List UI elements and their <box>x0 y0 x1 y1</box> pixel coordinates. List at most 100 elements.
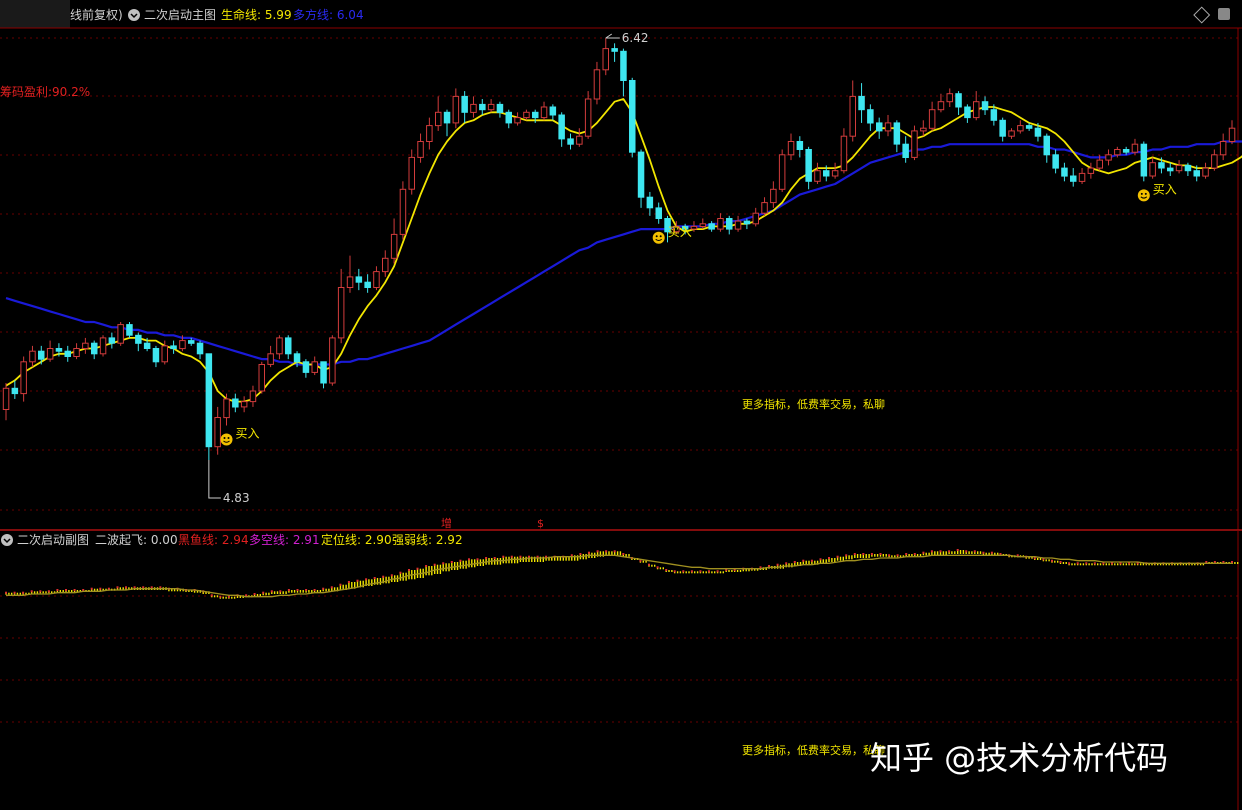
candle-body <box>126 324 133 336</box>
candle <box>329 335 336 386</box>
candle-body <box>1008 130 1015 137</box>
hist-cap <box>579 553 582 555</box>
candle-body <box>876 122 883 132</box>
hist-cap <box>656 566 659 569</box>
candle-body <box>1052 154 1059 169</box>
candle-body <box>64 350 71 358</box>
candle-body <box>487 103 495 111</box>
candle-body <box>91 342 98 355</box>
hist-cap <box>493 557 496 559</box>
candle-body <box>928 109 936 129</box>
candle-body <box>364 281 371 289</box>
candle-body <box>752 212 759 225</box>
main-indicator-name: 二次启动主图 <box>144 8 216 22</box>
hist-cap <box>502 555 505 558</box>
hist-cap <box>22 591 25 594</box>
hist-cap <box>416 567 419 570</box>
hist-cap <box>339 583 342 586</box>
hist-cap <box>365 578 368 581</box>
candle-body <box>135 334 142 344</box>
candle-body <box>1202 167 1209 177</box>
candle-body <box>1087 167 1095 174</box>
candle-body <box>743 220 751 225</box>
hist-cap <box>476 558 479 561</box>
candle-body <box>1034 127 1042 137</box>
candle-body <box>46 348 54 360</box>
candle-body <box>1131 143 1139 153</box>
candle-body <box>293 353 301 363</box>
hist-cap <box>605 550 608 553</box>
candle <box>126 321 133 338</box>
candle <box>117 321 124 346</box>
candle-body <box>514 117 521 124</box>
hist-cap <box>673 570 676 573</box>
candle-body <box>479 103 486 111</box>
candle-body <box>814 170 821 182</box>
hist-cap <box>793 561 796 563</box>
hist-cap <box>828 557 830 559</box>
hist-cap <box>442 562 445 565</box>
candle-body <box>690 225 698 230</box>
candle-body <box>373 271 380 289</box>
candle-body <box>637 151 645 198</box>
marker-zeng: 增 <box>441 516 452 530</box>
hist-cap <box>1059 561 1062 563</box>
hist-cap <box>922 551 925 554</box>
line2-label: 多空线: 2.91 <box>249 533 320 547</box>
candle-body <box>540 106 548 119</box>
candle-body <box>602 48 609 71</box>
candle-body <box>840 135 848 172</box>
candle-body <box>461 95 468 113</box>
hist-cap <box>1068 562 1071 565</box>
candle-body <box>858 95 865 111</box>
candle-body <box>761 202 768 214</box>
candle-body <box>55 348 63 352</box>
candle-body <box>558 114 565 140</box>
candle-body <box>867 109 874 124</box>
candle-body <box>964 106 971 119</box>
hist-cap <box>913 553 916 555</box>
hist-cap <box>948 550 951 553</box>
hist-cap <box>90 587 93 590</box>
candle-body <box>990 109 998 121</box>
hist-cap <box>622 553 625 555</box>
candle-body <box>161 345 168 363</box>
candle-body <box>955 93 962 108</box>
candle-body <box>1070 175 1077 182</box>
hist-cap <box>425 565 428 567</box>
line1-label: 黑鱼线: 2.94 <box>178 533 249 547</box>
hist-cap <box>270 590 273 593</box>
hist-cap <box>862 553 865 555</box>
hist-cap <box>399 571 402 574</box>
candle-body <box>823 170 830 177</box>
hist-cap <box>116 586 119 589</box>
hist-cap <box>965 550 968 553</box>
candle-body <box>629 80 636 153</box>
hist-cap <box>613 550 616 553</box>
hist-cap <box>596 550 599 553</box>
indicator-menu-icon[interactable] <box>128 9 140 21</box>
hist-cap <box>133 586 136 589</box>
candle-body <box>1140 143 1148 177</box>
hist-cap <box>973 550 976 553</box>
line3-label: 定位线: 2.90 <box>321 532 392 547</box>
candle <box>399 181 407 240</box>
background <box>0 0 1242 810</box>
hist-cap <box>47 590 50 593</box>
candle <box>778 149 786 192</box>
candle-body <box>249 390 257 403</box>
sub-header: 二次启动副图 二波起飞: 0.00 黑鱼线: 2.94 多空线: 2.91 定位… <box>1 532 463 547</box>
sub-indicator-menu-icon[interactable] <box>1 534 13 546</box>
candle-body <box>1061 167 1068 177</box>
line4-label: 强弱线: 2.92 <box>392 533 463 547</box>
ad-text-sub: 更多指标，低费率交易，私聊 <box>742 743 885 757</box>
hist-cap <box>356 579 359 582</box>
candle <box>629 77 636 158</box>
hist-cap <box>982 551 985 554</box>
candle-body <box>1096 159 1103 169</box>
hist-cap <box>1076 562 1079 565</box>
candle-body <box>240 401 248 408</box>
window-settings-icon[interactable] <box>1218 8 1230 20</box>
hist-cap <box>716 570 719 573</box>
marker-s: $ <box>537 517 544 530</box>
